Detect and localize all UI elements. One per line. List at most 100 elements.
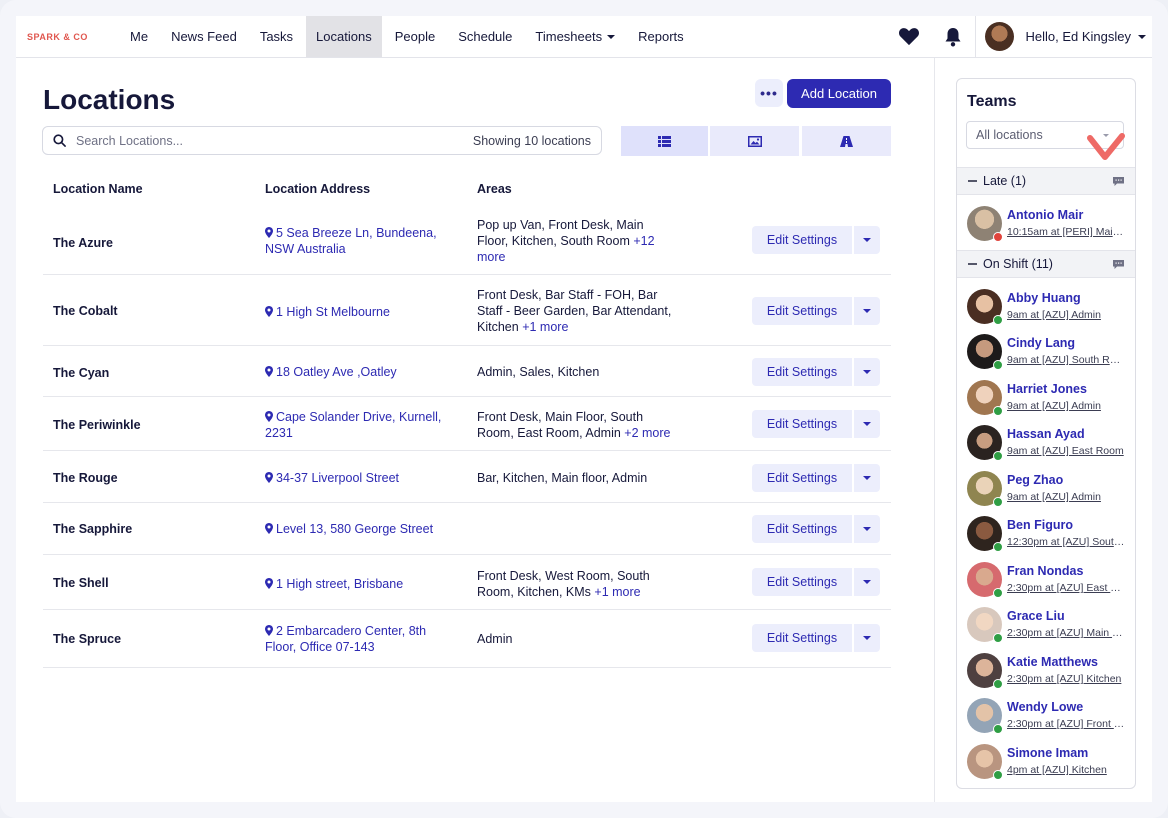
team-member[interactable]: Abby Huang 9am at [AZU] Admin	[957, 284, 1135, 329]
chat-icon[interactable]	[1112, 259, 1125, 270]
bell-icon[interactable]	[931, 27, 975, 47]
row-actions-dropdown[interactable]	[854, 515, 880, 543]
member-shift[interactable]: 2:30pm at [AZU] East Room	[1007, 582, 1125, 594]
edit-settings-button[interactable]: Edit Settings	[752, 410, 852, 438]
more-options-button[interactable]: •••	[755, 79, 783, 107]
row-actions-dropdown[interactable]	[854, 410, 880, 438]
team-member[interactable]: Wendy Lowe 2:30pm at [AZU] Front Desk	[957, 693, 1135, 738]
member-shift[interactable]: 2:30pm at [AZU] Main Floor	[1007, 627, 1125, 639]
location-address-link[interactable]: 1 High St Melbourne	[265, 304, 455, 320]
location-address-link[interactable]: 34-37 Liverpool Street	[265, 470, 455, 486]
list-view-button[interactable]	[621, 126, 708, 156]
edit-settings-button[interactable]: Edit Settings	[752, 624, 852, 652]
column-header-name: Location Name	[53, 182, 143, 196]
edit-settings-button[interactable]: Edit Settings	[752, 297, 852, 325]
table-row: The Periwinkle Cape Solander Drive, Kurn…	[43, 398, 891, 451]
team-member[interactable]: Ben Figuro 12:30pm at [AZU] South Room	[957, 511, 1135, 556]
team-member[interactable]: Harriet Jones 9am at [AZU] Admin	[957, 375, 1135, 420]
add-location-button[interactable]: Add Location	[787, 79, 891, 108]
nav-reports[interactable]: Reports	[628, 16, 694, 57]
table-row: The Cobalt 1 High St Melbourne Front Des…	[43, 276, 891, 346]
member-shift[interactable]: 10:15am at [PERI] Main Floor	[1007, 226, 1125, 238]
edit-settings-button[interactable]: Edit Settings	[752, 568, 852, 596]
team-member[interactable]: Katie Matthews 2:30pm at [AZU] Kitchen	[957, 648, 1135, 693]
edit-settings-button[interactable]: Edit Settings	[752, 226, 852, 254]
nav-locations[interactable]: Locations	[306, 16, 382, 57]
chat-icon[interactable]	[1112, 176, 1125, 187]
nav-schedule[interactable]: Schedule	[448, 16, 522, 57]
edit-settings-button[interactable]: Edit Settings	[752, 515, 852, 543]
heart-icon[interactable]	[887, 27, 931, 46]
location-areas: Front Desk, West Room, South Room, Kitch…	[477, 568, 677, 600]
member-shift[interactable]: 12:30pm at [AZU] South Room	[1007, 536, 1125, 548]
location-address-link[interactable]: 2 Embarcadero Center, 8th Floor, Office …	[265, 623, 455, 655]
team-member[interactable]: Simone Imam 4pm at [AZU] Kitchen	[957, 739, 1135, 784]
member-name: Antonio Mair	[1007, 208, 1084, 222]
member-shift[interactable]: 9am at [AZU] East Room	[1007, 445, 1125, 457]
search-input[interactable]	[76, 133, 473, 148]
nav-right: Hello, Ed Kingsley	[887, 16, 1153, 58]
location-address-link[interactable]: Level 13, 580 George Street	[265, 521, 455, 537]
location-address-link[interactable]: 18 Oatley Ave ,Oatley	[265, 364, 455, 380]
nav-timesheets[interactable]: Timesheets	[525, 16, 625, 57]
nav-me[interactable]: Me	[120, 16, 158, 57]
status-badge	[993, 542, 1003, 552]
nav-people[interactable]: People	[385, 16, 445, 57]
user-menu[interactable]: Hello, Ed Kingsley	[974, 16, 1153, 58]
team-member[interactable]: Fran Nondas 2:30pm at [AZU] East Room	[957, 557, 1135, 602]
areas-text: Pop up Van, Front Desk, Main Floor, Kitc…	[477, 218, 644, 248]
app-window: SPARK & CO Me News Feed Tasks Locations …	[16, 16, 1152, 802]
member-shift[interactable]: 9am at [AZU] Admin	[1007, 400, 1125, 412]
status-badge	[993, 633, 1003, 643]
member-shift[interactable]: 9am at [AZU] South Room	[1007, 354, 1125, 366]
row-actions-dropdown[interactable]	[854, 624, 880, 652]
member-name: Harriet Jones	[1007, 382, 1087, 396]
page-title: Locations	[43, 84, 176, 115]
group-label: On Shift (11)	[983, 257, 1053, 271]
address-text: 18 Oatley Ave ,Oatley	[276, 365, 397, 379]
brand-logo[interactable]: SPARK & CO	[27, 32, 120, 42]
location-areas: Front Desk, Bar Staff - FOH, Bar Staff -…	[477, 287, 677, 335]
group-header-late[interactable]: Late (1)	[957, 167, 1135, 195]
chevron-down-icon	[863, 309, 871, 313]
results-count: Showing 10 locations	[472, 133, 591, 148]
location-address-link[interactable]: 1 High street, Brisbane	[265, 576, 455, 592]
areas-more-link[interactable]: +1 more	[522, 320, 568, 334]
row-actions-dropdown[interactable]	[854, 226, 880, 254]
row-actions-dropdown[interactable]	[854, 358, 880, 386]
location-areas: Pop up Van, Front Desk, Main Floor, Kitc…	[477, 217, 677, 265]
row-actions-dropdown[interactable]	[854, 568, 880, 596]
location-name: The Spruce	[53, 632, 122, 646]
row-actions-dropdown[interactable]	[854, 297, 880, 325]
location-address-link[interactable]: Cape Solander Drive, Kurnell, 2231	[265, 409, 455, 441]
areas-text: Front Desk, Main Floor, South Room, East…	[477, 410, 644, 440]
status-badge	[993, 315, 1003, 325]
areas-more-link[interactable]: +1 more	[594, 585, 640, 599]
team-member[interactable]: Antonio Mair 10:15am at [PERI] Main Floo…	[957, 201, 1135, 246]
member-shift[interactable]: 9am at [AZU] Admin	[1007, 309, 1125, 321]
teams-title: Teams	[967, 93, 1017, 110]
address-text: 1 High St Melbourne	[276, 305, 390, 319]
member-name: Simone Imam	[1007, 746, 1089, 760]
team-member[interactable]: Hassan Ayad 9am at [AZU] East Room	[957, 420, 1135, 465]
member-name: Fran Nondas	[1007, 564, 1084, 578]
location-address-link[interactable]: 5 Sea Breeze Ln, Bundeena, NSW Australia	[265, 225, 455, 257]
team-member[interactable]: Peg Zhao 9am at [AZU] Admin	[957, 466, 1135, 511]
nav-tasks[interactable]: Tasks	[250, 16, 303, 57]
edit-settings-button[interactable]: Edit Settings	[752, 358, 852, 386]
image-view-button[interactable]	[710, 126, 799, 156]
member-shift[interactable]: 9am at [AZU] Admin	[1007, 491, 1125, 503]
group-header-on-shift[interactable]: On Shift (11)	[957, 250, 1135, 278]
member-shift[interactable]: 2:30pm at [AZU] Kitchen	[1007, 673, 1125, 685]
member-shift[interactable]: 4pm at [AZU] Kitchen	[1007, 764, 1125, 776]
areas-more-link[interactable]: +2 more	[624, 426, 670, 440]
search-icon	[53, 134, 66, 147]
row-actions-dropdown[interactable]	[854, 464, 880, 492]
address-text: Level 13, 580 George Street	[276, 522, 434, 536]
edit-settings-button[interactable]: Edit Settings	[752, 464, 852, 492]
member-shift[interactable]: 2:30pm at [AZU] Front Desk	[1007, 718, 1125, 730]
team-member[interactable]: Grace Liu 2:30pm at [AZU] Main Floor	[957, 602, 1135, 647]
team-member[interactable]: Cindy Lang 9am at [AZU] South Room	[957, 329, 1135, 374]
nav-news-feed[interactable]: News Feed	[161, 16, 247, 57]
map-view-button[interactable]	[802, 126, 891, 156]
